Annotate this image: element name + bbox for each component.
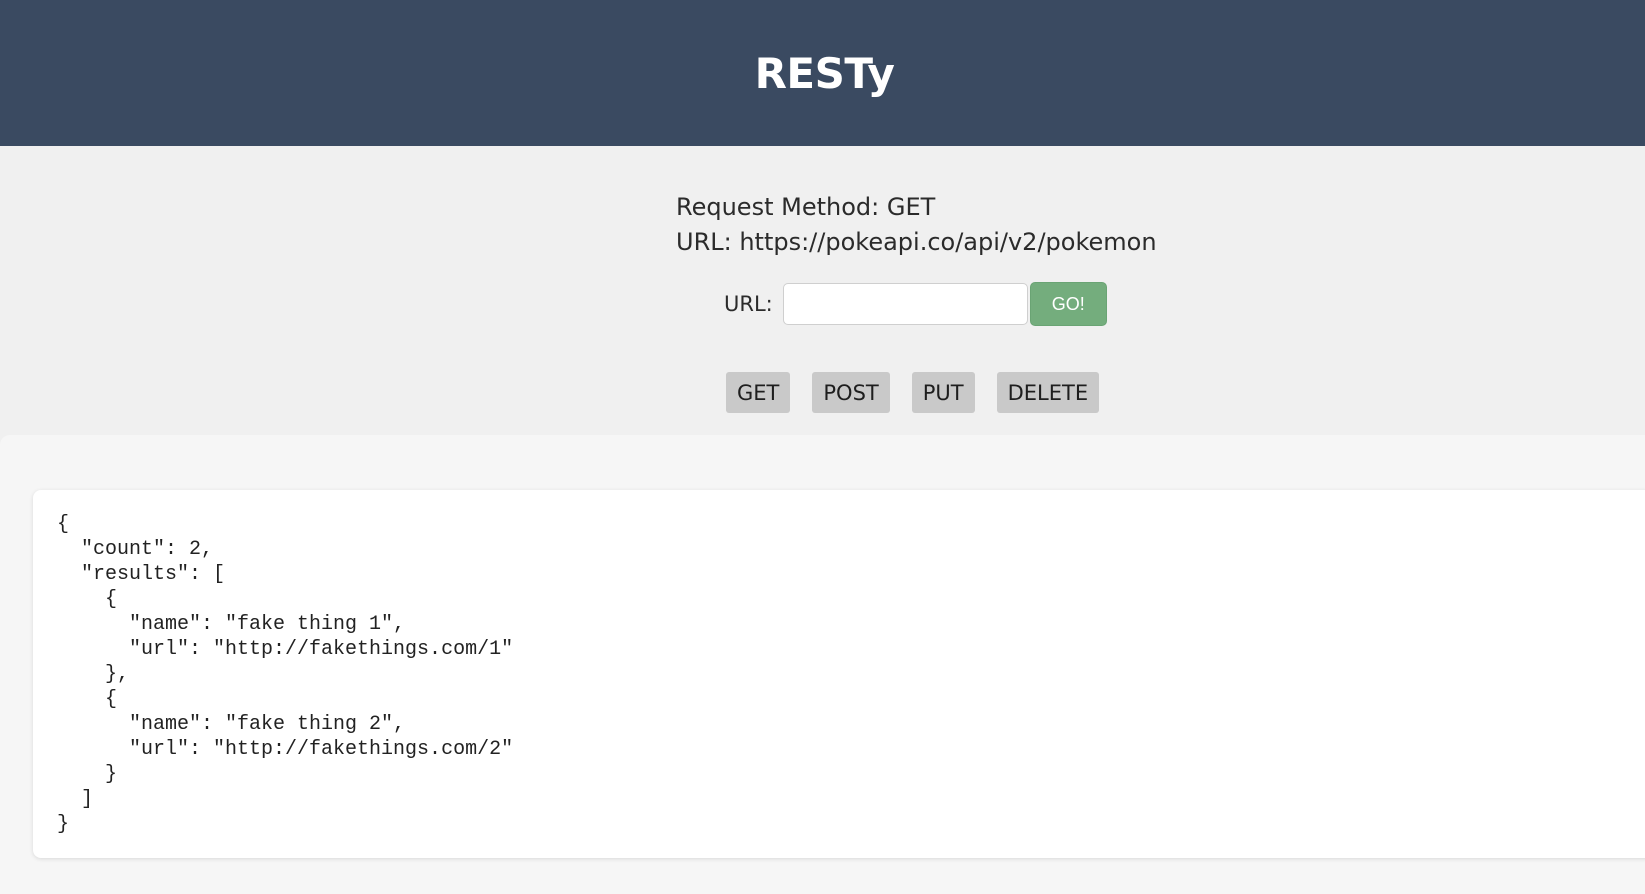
json-line: }: [57, 813, 70, 836]
request-url-text: URL: https://pokeapi.co/api/v2/pokemon: [676, 228, 1157, 256]
method-buttons: GET POST PUT DELETE: [726, 372, 1121, 413]
post-method-button[interactable]: POST: [812, 372, 890, 413]
json-line: "url": "http://fakethings.com/2": [57, 738, 514, 761]
app-title: RESTy: [754, 48, 895, 98]
json-line: ]: [57, 788, 94, 811]
url-label: URL:: [724, 292, 773, 316]
json-line: },: [57, 663, 130, 686]
request-method-text: Request Method: GET: [676, 193, 936, 221]
delete-method-button[interactable]: DELETE: [996, 372, 1100, 413]
json-line: "count": 2,: [57, 538, 214, 561]
app-header: RESTy: [0, 0, 1645, 146]
json-line: "name": "fake thing 1",: [57, 613, 406, 636]
json-line: "url": "http://fakethings.com/1": [57, 638, 514, 661]
json-line: }: [57, 763, 118, 786]
get-method-button[interactable]: GET: [726, 372, 791, 413]
go-button[interactable]: GO!: [1029, 282, 1107, 326]
put-method-button[interactable]: PUT: [911, 372, 975, 413]
response-json: { "count": 2, "results": [ { "name": "fa…: [57, 512, 513, 837]
json-line: {: [57, 688, 118, 711]
json-line: {: [57, 513, 70, 536]
request-info: Request Method: GET URL: https://pokeapi…: [676, 190, 1157, 260]
url-input[interactable]: [782, 283, 1028, 325]
response-json-panel: { "count": 2, "results": [ { "name": "fa…: [33, 490, 1645, 858]
json-line: {: [57, 588, 118, 611]
json-line: "name": "fake thing 2",: [57, 713, 406, 736]
url-form: URL: GO!: [724, 282, 1107, 326]
json-line: "results": [: [57, 563, 226, 586]
